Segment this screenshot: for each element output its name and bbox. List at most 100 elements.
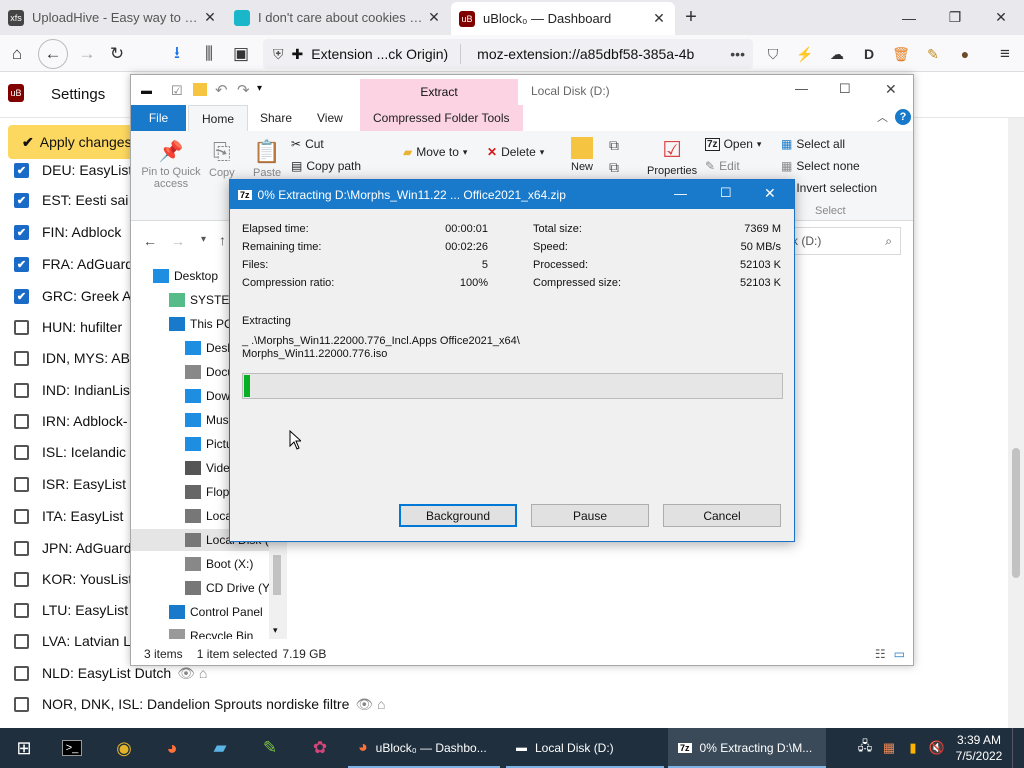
terminal-icon[interactable]: >_: [52, 728, 92, 768]
network-icon[interactable]: 🖧: [856, 728, 874, 768]
start-windows-icon[interactable]: ⊞: [0, 728, 48, 768]
filter-checkbox[interactable]: [14, 633, 29, 649]
cookie-icon[interactable]: ●: [952, 41, 978, 67]
scrollbar-thumb[interactable]: [273, 555, 281, 595]
nav-item[interactable]: This PC: [169, 313, 233, 335]
browser-tab-uploadhive[interactable]: xfs UploadHive - Easy way to share ✕: [0, 0, 226, 35]
filter-list-item[interactable]: ISR: EasyList: [14, 473, 126, 495]
recent-locations-icon[interactable]: ▾: [201, 234, 206, 245]
cancel-button[interactable]: Cancel: [663, 504, 781, 527]
filter-list-item[interactable]: NOR, DNK, ISL: Dandelion Sprouts nordisk…: [14, 693, 385, 715]
chrome-icon[interactable]: ◉: [104, 728, 144, 768]
redo-icon[interactable]: ↷: [237, 81, 250, 99]
extension-icon[interactable]: ⚡: [792, 41, 818, 67]
url-bar[interactable]: ⛨ ✚ Extension ...ck Origin) moz-extensio…: [263, 39, 753, 69]
home-icon[interactable]: ⌂: [4, 41, 30, 67]
filter-checkbox[interactable]: [14, 665, 29, 681]
page-scrollbar[interactable]: [1008, 118, 1024, 728]
maximize-icon[interactable]: ☐: [839, 81, 851, 97]
tab-compressed-folder-tools[interactable]: Compressed Folder Tools: [360, 105, 523, 131]
browser-tab-cookies[interactable]: I don't care about cookies – Get ✕: [226, 0, 450, 35]
page-actions-icon[interactable]: •••: [730, 46, 753, 62]
filter-list-item[interactable]: JPN: AdGuard: [14, 537, 132, 559]
trash-extension-icon[interactable]: 🗑: [888, 41, 914, 67]
filter-checkbox[interactable]: ✔: [14, 288, 29, 304]
filter-checkbox[interactable]: [14, 413, 29, 429]
filter-list-item[interactable]: ✔ FIN: Adblock: [14, 221, 121, 243]
filter-checkbox[interactable]: ✔: [14, 224, 29, 240]
firefox-icon[interactable]: ◕: [152, 728, 192, 768]
apply-changes-button[interactable]: ✔ Apply changes: [8, 125, 136, 159]
show-desktop-button[interactable]: [1012, 728, 1024, 768]
taskbar-window-explorer[interactable]: ▬ Local Disk (D:): [506, 728, 664, 768]
help-icon[interactable]: ?: [895, 109, 911, 125]
nav-item[interactable]: Control Panel: [169, 601, 263, 623]
clock[interactable]: 3:39 AM 7/5/2022: [950, 728, 1008, 768]
filter-list-item[interactable]: ✔ EST: Eesti sai: [14, 189, 128, 211]
easy-access-icon[interactable]: ⧉: [609, 159, 619, 176]
ublock-toolbar-icon[interactable]: ⛉: [760, 41, 786, 67]
browser-tab-ublock[interactable]: uB uBlock₀ — Dashboard ✕: [451, 2, 675, 35]
extension-icon[interactable]: ✎: [920, 41, 946, 67]
forward-icon[interactable]: →: [171, 233, 185, 249]
close-tab-icon[interactable]: ✕: [651, 10, 667, 27]
filter-checkbox[interactable]: [14, 476, 29, 492]
filter-checkbox[interactable]: [14, 540, 29, 556]
minimize-icon[interactable]: —: [674, 186, 687, 201]
filter-checkbox[interactable]: ✔: [14, 162, 29, 178]
filter-info-icons[interactable]: 👁 ⌂: [177, 665, 207, 682]
color-app-icon[interactable]: ▦: [880, 728, 898, 768]
nav-item[interactable]: Desktop: [153, 265, 218, 287]
filter-checkbox[interactable]: [14, 571, 29, 587]
nav-item[interactable]: Recycle Bin: [169, 625, 253, 639]
taskbar-window-7zip[interactable]: 7z 0% Extracting D:\M...: [668, 728, 826, 768]
filter-list-item[interactable]: ✔ GRC: Greek A: [14, 285, 131, 307]
undo-icon[interactable]: ↶: [215, 81, 228, 99]
filter-list-item[interactable]: ISL: Icelandic: [14, 441, 126, 463]
folder-icon[interactable]: [193, 83, 207, 96]
filter-list-item[interactable]: IDN, MYS: AB: [14, 347, 130, 369]
filter-checkbox[interactable]: [14, 444, 29, 460]
new-folder-button[interactable]: New: [571, 137, 593, 173]
filter-checkbox[interactable]: [14, 696, 29, 712]
url-text[interactable]: moz-extension://a85dbf58-385a-4b: [461, 46, 730, 62]
collapse-ribbon-icon[interactable]: ︿: [877, 109, 888, 125]
extension-icon[interactable]: ☁: [824, 41, 850, 67]
volume-muted-icon[interactable]: 🔇: [928, 728, 946, 768]
move-to-button[interactable]: ▰ Move to ▾: [403, 145, 467, 159]
tab-file[interactable]: File: [131, 105, 186, 131]
filter-list-item[interactable]: IND: IndianLis: [14, 379, 130, 401]
filter-list-item[interactable]: KOR: YousList: [14, 568, 132, 590]
forward-icon[interactable]: →: [74, 41, 100, 67]
scrollbar-thumb[interactable]: [1012, 448, 1020, 578]
filter-list-item[interactable]: ITA: EasyList: [14, 505, 123, 527]
copy-button[interactable]: ⎘ Copy: [209, 139, 235, 179]
new-item-icon[interactable]: ⧉: [609, 137, 619, 154]
filter-checkbox[interactable]: ✔: [14, 256, 29, 272]
notepad-icon[interactable]: ✎: [250, 728, 290, 768]
restore-icon[interactable]: ❐: [932, 0, 978, 35]
filter-checkbox[interactable]: ✔: [14, 192, 29, 208]
menu-icon[interactable]: ≡: [992, 41, 1018, 67]
delete-button[interactable]: ✕ Delete ▾: [487, 145, 544, 159]
tray-app-icon[interactable]: ▮: [904, 728, 922, 768]
cut-button[interactable]: ✂ Cut: [291, 137, 324, 151]
filter-list-item[interactable]: IRN: Adblock-: [14, 410, 128, 432]
downloads-icon[interactable]: ⭳: [164, 41, 190, 67]
chevron-down-icon[interactable]: ▾: [257, 83, 262, 94]
site-identity[interactable]: ⛨ ✚ Extension ...ck Origin): [263, 44, 462, 64]
paint-icon[interactable]: ✿: [300, 728, 340, 768]
paste-button[interactable]: 📋 Paste: [253, 139, 281, 179]
scroll-down-icon[interactable]: ▾: [273, 625, 278, 636]
up-icon[interactable]: ↑: [219, 232, 226, 248]
select-none-button[interactable]: ▦ Select none: [781, 159, 860, 173]
minimize-icon[interactable]: —: [886, 0, 932, 35]
back-icon[interactable]: ←: [143, 233, 157, 249]
maximize-icon[interactable]: ☐: [720, 185, 732, 201]
copy-path-button[interactable]: ▤ Copy path: [291, 159, 361, 173]
invert-selection-button[interactable]: ▦Invert selection: [781, 181, 877, 195]
taskbar-window-ublock[interactable]: ◕ uBlock₀ — Dashbo...: [348, 728, 500, 768]
large-icons-view-icon[interactable]: ▭: [894, 647, 905, 661]
properties-button[interactable]: ☑ Properties: [647, 137, 697, 177]
new-tab-icon[interactable]: +: [676, 0, 706, 35]
